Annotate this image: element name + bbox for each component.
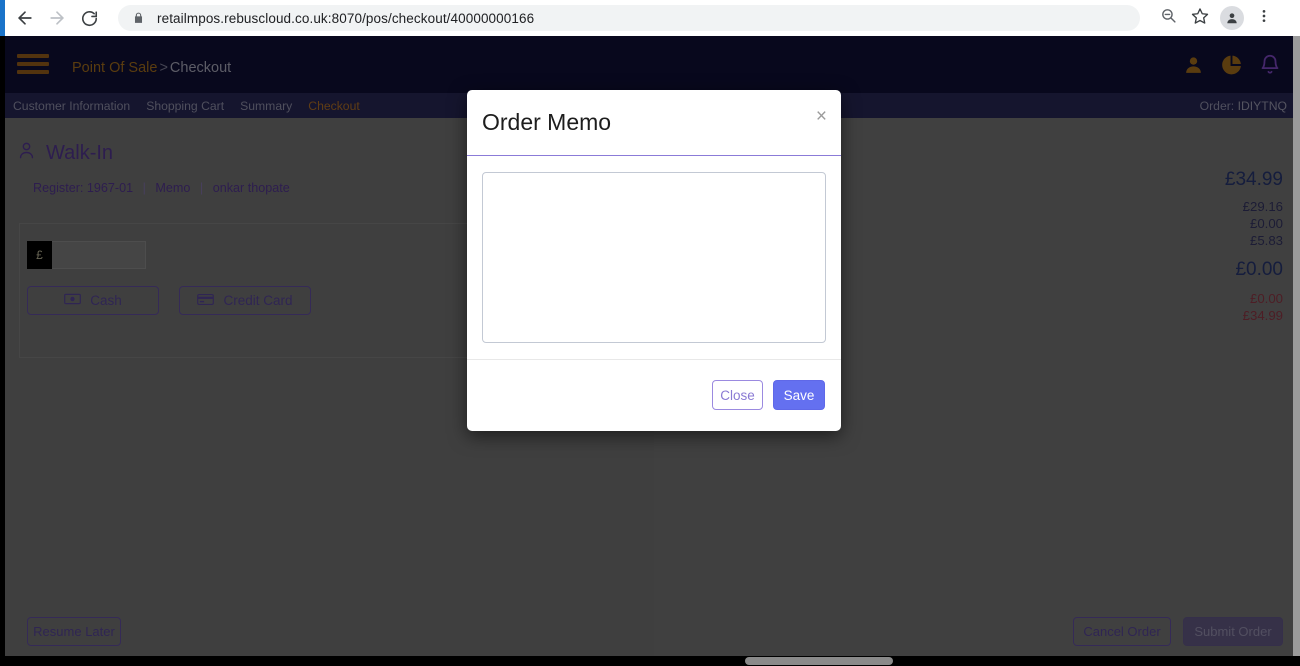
app-header: Point Of Sale > Checkout [5,36,1293,93]
profile-avatar-icon [1220,6,1244,30]
step-checkout[interactable]: Checkout [308,99,360,113]
window-edge-accent [0,0,5,36]
back-arrow-icon [15,8,35,28]
meta-separator-1: | [142,181,146,195]
breadcrumb-separator: > [159,59,168,76]
amount-due-value: £0.00 [1235,258,1283,280]
bottom-strip [0,656,1300,666]
footer-primary-actions: Cancel Order Submit Order [1073,617,1283,646]
cash-button-label: Cash [90,293,122,308]
page-viewport: Point Of Sale > Checkout Customer Inform… [5,36,1293,656]
close-x-icon[interactable]: × [816,107,827,126]
browser-nav-buttons [10,3,104,33]
amount-input-group: £ [27,241,146,269]
grand-total-value: £34.99 [1224,169,1283,190]
url-text: retailmpos.rebuscloud.co.uk:8070/pos/che… [157,10,535,26]
cancel-order-button[interactable]: Cancel Order [1073,617,1171,646]
browser-menu-button[interactable] [1250,4,1278,32]
order-memo-textarea[interactable] [482,172,826,343]
reports-pie-chart-icon[interactable] [1220,53,1243,76]
checkout-footer-bar: Resume Later Cancel Order Submit Order [5,610,1293,656]
meta-separator-2: | [199,181,204,195]
total-line-2: £0.00 [1249,216,1283,232]
browser-chrome: retailmpos.rebuscloud.co.uk:8070/pos/che… [0,0,1300,36]
total-line-1: £29.16 [1242,199,1283,214]
modal-save-button[interactable]: Save [773,380,825,410]
breadcrumb: Point Of Sale > Checkout [72,60,231,76]
user-account-icon[interactable] [1183,54,1204,75]
banknote-icon [64,293,82,308]
step-summary[interactable]: Summary [240,99,292,113]
credit-card-icon [197,293,215,309]
order-reference: Order: IDIYTNQ [1200,99,1287,113]
register-value: 1967-01 [86,181,134,195]
cash-payment-button[interactable]: Cash [27,286,159,315]
modal-body [467,156,841,359]
step-list: Customer Information Shopping Cart Summa… [5,99,360,113]
order-reference-value: IDIYTNQ [1237,98,1287,113]
zoom-out-icon [1160,7,1177,29]
reload-icon [80,9,99,28]
credit-card-button-label: Credit Card [223,293,293,308]
reload-button[interactable] [74,3,104,33]
modal-header: Order Memo × [467,90,841,156]
amount-input[interactable] [52,241,146,269]
order-reference-label: Order: [1199,98,1235,113]
hamburger-menu-icon[interactable] [17,52,49,76]
resume-later-button[interactable]: Resume Later [27,617,121,646]
horizontal-scrollbar-thumb[interactable] [745,657,893,665]
step-customer-information[interactable]: Customer Information [13,99,130,113]
header-action-icons [1183,53,1281,76]
breadcrumb-current: Checkout [169,59,232,76]
order-memo-link[interactable]: Memo [155,181,190,195]
profile-button[interactable] [1218,4,1246,32]
forward-button[interactable] [42,3,72,33]
customer-header: Walk-In [17,140,113,166]
forward-arrow-icon [47,8,67,28]
payment-buttons: Cash Credit Card [27,286,311,315]
modal-footer: Close Save [467,359,841,430]
cashier-link[interactable]: onkar thopate [213,181,290,195]
step-shopping-cart[interactable]: Shopping Cart [146,99,224,113]
customer-person-icon [17,140,36,166]
star-icon [1191,7,1209,30]
back-button[interactable] [10,3,40,33]
modal-title: Order Memo [482,109,612,135]
currency-prefix: £ [27,241,52,269]
breadcrumb-root[interactable]: Point Of Sale [72,60,157,76]
lock-icon [132,11,145,25]
order-memo-modal: Order Memo × Close Save [467,90,841,431]
modal-close-button[interactable]: Close [712,380,763,410]
zoom-out-button[interactable] [1154,4,1182,32]
register-label: Register: [33,181,84,195]
submit-order-button[interactable]: Submit Order [1183,617,1283,646]
notifications-bell-icon[interactable] [1259,54,1281,76]
total-line-3: £5.83 [1249,233,1283,249]
bookmark-button[interactable] [1186,4,1214,32]
balance-line-2: £34.99 [1242,307,1283,323]
credit-card-payment-button[interactable]: Credit Card [179,286,311,315]
page-scrollbar-track[interactable] [1293,36,1300,656]
customer-meta: Register: 1967-01 | Memo | onkar thopate [33,181,290,195]
address-bar[interactable]: retailmpos.rebuscloud.co.uk:8070/pos/che… [118,5,1140,31]
order-totals: £34.99 £29.16 £0.00 £5.83 £0.00 £0.00 £3… [1225,170,1283,326]
browser-toolbar-actions [1154,4,1278,32]
balance-line-1: £0.00 [1249,290,1283,306]
customer-name: Walk-In [46,141,114,164]
three-dot-menu-icon [1256,8,1272,29]
